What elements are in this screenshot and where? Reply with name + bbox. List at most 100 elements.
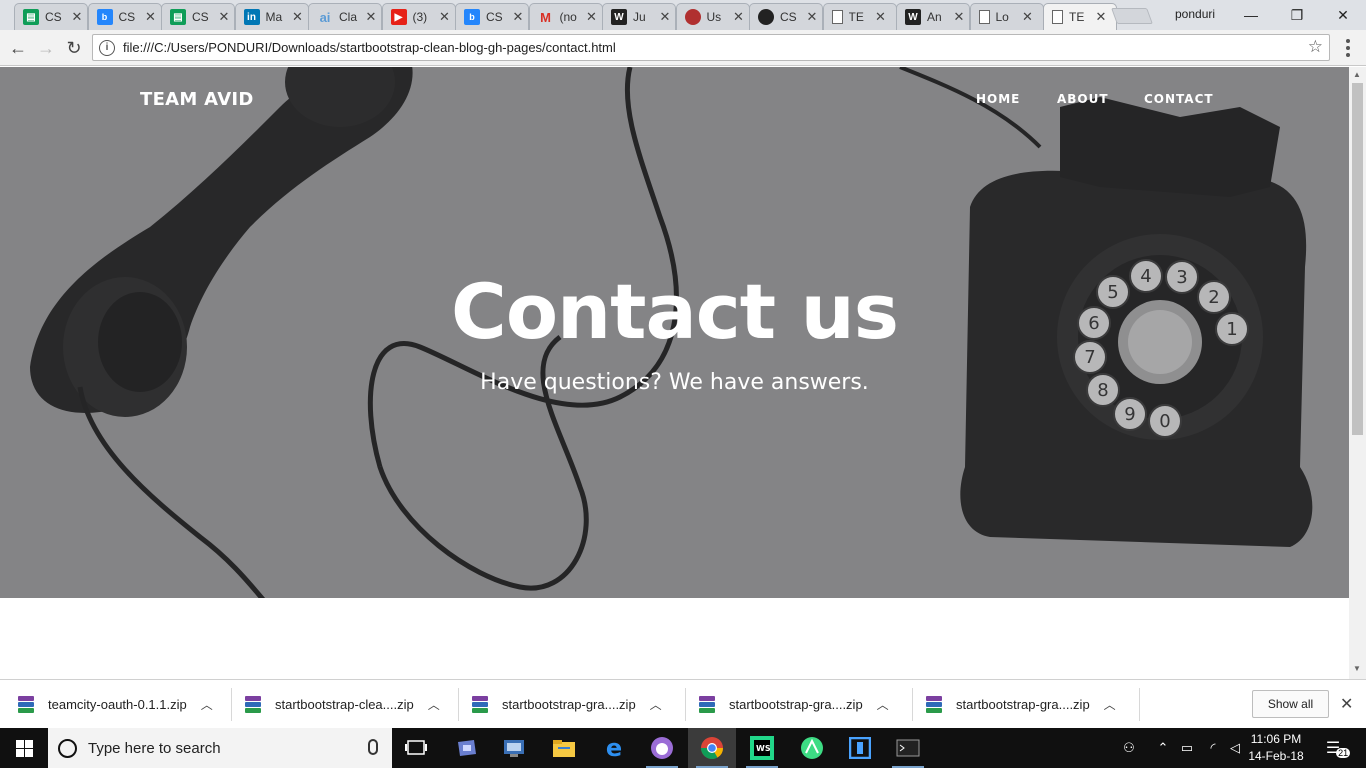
back-button[interactable]: ← <box>5 35 31 61</box>
browser-tab[interactable]: b CS ✕ <box>455 3 529 30</box>
tab-title: (no <box>559 10 577 24</box>
taskbar-search-box[interactable]: Type here to search <box>48 728 392 768</box>
browser-tab[interactable]: M (no ✕ <box>528 3 603 30</box>
nav-contact[interactable]: CONTACT <box>1144 92 1214 106</box>
chevron-up-icon[interactable]: ︿ <box>428 696 440 713</box>
chevron-up-icon[interactable]: ⌃ <box>1154 728 1172 768</box>
close-tab-icon[interactable]: ✕ <box>1022 9 1034 25</box>
close-tab-icon[interactable]: ✕ <box>145 9 157 25</box>
hero-header: 123 456 789 0 TEAM AVID HOME ABOUT CONTA… <box>0 67 1349 598</box>
browser-tab[interactable]: CS ✕ <box>749 3 823 30</box>
downloads-shelf: teamcity-oauth-0.1.1.zip ︿ startbootstrap-… <box>0 679 1366 728</box>
taskbar-app-2[interactable] <box>490 728 538 768</box>
browser-tab[interactable]: ▤ CS ✕ <box>14 3 88 30</box>
box-icon: b <box>464 9 480 25</box>
download-item[interactable]: startbootstrap-clea....zip ︿ <box>245 680 440 729</box>
forward-button[interactable]: → <box>33 35 59 61</box>
bookmark-star-icon[interactable]: ☆ <box>1308 37 1323 57</box>
nav-about[interactable]: ABOUT <box>1057 92 1109 106</box>
browser-tab[interactable]: ▶ (3) ✕ <box>381 3 456 30</box>
page-scrollbar[interactable]: ▲ ▼ <box>1349 67 1366 679</box>
scroll-down-arrow-icon[interactable]: ▼ <box>1353 664 1361 673</box>
close-window-button[interactable]: ✕ <box>1320 0 1366 30</box>
taskbar-app-1[interactable] <box>442 728 490 768</box>
chevron-up-icon[interactable]: ︿ <box>650 696 662 713</box>
close-shelf-icon[interactable]: ✕ <box>1340 694 1353 714</box>
minimize-icon: — <box>1244 7 1258 23</box>
url-text[interactable]: file:///C:/Users/PONDURI/Downloads/start… <box>123 40 616 55</box>
address-bar[interactable]: i file:///C:/Users/PONDURI/Downloads/sta… <box>92 34 1330 61</box>
action-center-button[interactable]: ☰ 21 <box>1318 728 1358 768</box>
close-tab-icon[interactable]: ✕ <box>806 9 818 25</box>
close-tab-icon[interactable]: ✕ <box>365 9 377 25</box>
tab-title: CS <box>780 10 797 24</box>
taskbar-chrome[interactable] <box>688 728 736 768</box>
wifi-icon[interactable]: ◜ <box>1202 728 1224 768</box>
reload-icon: ↻ <box>66 37 82 58</box>
taskbar-webstorm[interactable]: WS <box>738 728 786 768</box>
close-tab-icon[interactable]: ✕ <box>512 9 524 25</box>
taskbar-file-explorer[interactable] <box>540 728 588 768</box>
chevron-up-icon[interactable]: ︿ <box>1104 696 1116 713</box>
browser-tab[interactable]: ▤ CS ✕ <box>161 3 235 30</box>
browser-tab[interactable]: TE ✕ <box>1043 3 1117 30</box>
browser-menu-button[interactable] <box>1340 37 1356 59</box>
scroll-up-arrow-icon[interactable]: ▲ <box>1353 70 1361 79</box>
close-tab-icon[interactable]: ✕ <box>733 9 745 25</box>
task-view-button[interactable] <box>392 728 440 768</box>
new-tab-button[interactable] <box>1111 8 1153 24</box>
profile-name[interactable]: ponduri <box>1175 7 1215 21</box>
taskbar-clock[interactable]: 11:06 PM 14-Feb-18 <box>1244 731 1308 765</box>
download-item[interactable]: startbootstrap-gra....zip ︿ <box>926 680 1116 729</box>
tab-title: Cla <box>339 10 358 24</box>
minimize-button[interactable]: — <box>1228 0 1274 30</box>
browser-tab[interactable]: ai Cla ✕ <box>308 3 382 30</box>
microphone-icon[interactable] <box>368 739 378 755</box>
chevron-up-icon[interactable]: ︿ <box>201 696 213 713</box>
people-icon[interactable]: ⚇ <box>1118 728 1140 768</box>
taskbar-terminal[interactable] <box>884 728 932 768</box>
download-item[interactable]: teamcity-oauth-0.1.1.zip ︿ <box>18 680 213 729</box>
github-desktop-icon <box>651 737 673 759</box>
close-tab-icon[interactable]: ✕ <box>953 9 965 25</box>
scrollbar-thumb[interactable] <box>1352 83 1363 435</box>
page-subtitle: Have questions? We have answers. <box>480 370 869 395</box>
zip-archive-icon <box>472 695 488 714</box>
show-all-downloads-button[interactable]: Show all <box>1252 690 1329 718</box>
start-button[interactable] <box>0 728 48 768</box>
download-filename: startbootstrap-clea....zip <box>275 697 414 712</box>
download-item[interactable]: startbootstrap-gra....zip ︿ <box>699 680 889 729</box>
close-tab-icon[interactable]: ✕ <box>875 9 887 25</box>
browser-tab[interactable]: b CS ✕ <box>87 3 162 30</box>
close-tab-icon[interactable]: ✕ <box>586 9 598 25</box>
browser-tab[interactable]: TE ✕ <box>822 3 897 30</box>
download-item[interactable]: startbootstrap-gra....zip ︿ <box>472 680 662 729</box>
browser-tab[interactable]: W Ju ✕ <box>602 3 676 30</box>
browser-tab[interactable]: Us ✕ <box>675 3 750 30</box>
chrome-icon <box>701 737 723 759</box>
close-tab-icon[interactable]: ✕ <box>71 9 83 25</box>
close-tab-icon[interactable]: ✕ <box>1095 9 1107 25</box>
close-tab-icon[interactable]: ✕ <box>659 9 671 25</box>
taskbar-app-3[interactable] <box>836 728 884 768</box>
browser-tab[interactable]: W An ✕ <box>896 3 970 30</box>
nav-home[interactable]: HOME <box>976 92 1020 106</box>
close-tab-icon[interactable]: ✕ <box>292 9 304 25</box>
cortana-icon <box>58 738 77 758</box>
taskbar-android-studio[interactable] <box>788 728 836 768</box>
browser-tab[interactable]: Lo ✕ <box>969 3 1044 30</box>
browser-tab[interactable]: in Ma ✕ <box>234 3 309 30</box>
info-icon[interactable]: i <box>99 39 115 56</box>
restore-button[interactable]: ❐ <box>1274 0 1320 30</box>
taskbar-github-desktop[interactable] <box>638 728 686 768</box>
battery-icon[interactable]: ▭ <box>1176 728 1198 768</box>
site-brand[interactable]: TEAM AVID <box>140 89 254 110</box>
restore-icon: ❐ <box>1290 6 1304 23</box>
volume-icon[interactable]: ◁ <box>1224 728 1246 768</box>
close-tab-icon[interactable]: ✕ <box>218 9 230 25</box>
reload-button[interactable]: ↻ <box>61 35 87 61</box>
terminal-icon <box>896 739 920 757</box>
taskbar-edge[interactable]: e <box>590 728 638 768</box>
chevron-up-icon[interactable]: ︿ <box>877 696 889 713</box>
close-tab-icon[interactable]: ✕ <box>439 9 451 25</box>
